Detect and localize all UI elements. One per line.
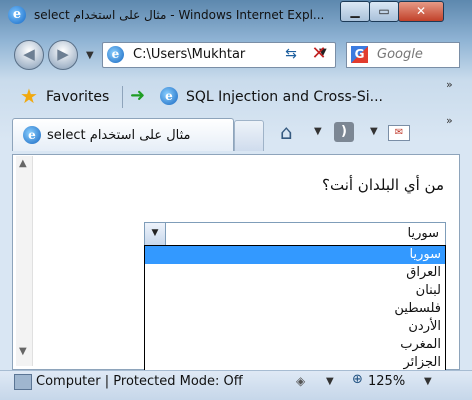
option-2[interactable]: لبنان [145,282,445,300]
link-page-icon: e [160,87,178,105]
favorites-button[interactable]: Favorites [46,89,109,105]
country-dropdown-list[interactable]: سوريا العراق لبنان فلسطين الأردن المغرب … [144,245,446,375]
zoom-dropdown-icon[interactable]: ▼ [424,376,432,387]
refresh-icon[interactable]: ⇆ [280,44,302,64]
minimize-button[interactable]: ▁ [340,1,370,22]
add-favorites-icon[interactable]: ➜ [130,86,150,106]
selected-country: سوريا [407,226,439,241]
back-button[interactable]: ◀ [14,40,44,70]
country-select[interactable]: ▼ سوريا [144,222,446,246]
history-dropdown-icon[interactable]: ▼ [86,50,94,61]
search-input[interactable]: Google [377,47,423,62]
option-0[interactable]: سوريا [145,246,445,264]
browser-window: e select مثال على استخدام - Windows Inte… [0,0,472,400]
ie-logo-icon: e [8,6,26,24]
zoom-level[interactable]: 125% [368,374,405,389]
chevron-right-icon[interactable]: » [446,78,453,91]
search-box[interactable]: G Google [346,42,460,68]
divider [122,86,123,108]
favorites-link[interactable]: SQL Injection and Cross-Si... [186,89,383,105]
google-icon: G [351,46,368,63]
computer-icon [14,374,32,390]
option-4[interactable]: الأردن [145,318,445,336]
chevron-down-icon[interactable]: ▼ [145,223,166,245]
forward-button[interactable]: ▶ [48,40,78,70]
tab-page-icon: e [23,126,41,144]
rss-feed-icon[interactable]: ) [334,122,354,142]
maximize-button[interactable]: ▭ [369,1,399,22]
page-icon: e [107,46,124,63]
close-button[interactable]: ✕ [398,1,444,22]
option-3[interactable]: فلسطين [145,300,445,318]
window-title: select مثال على استخدام - Windows Intern… [34,8,325,22]
chevron-right-icon[interactable]: » [446,114,453,127]
status-text: Computer | Protected Mode: Off [36,374,243,389]
feeds-dropdown-icon[interactable]: ▼ [370,126,378,137]
home-dropdown-icon[interactable]: ▼ [314,126,322,137]
option-5[interactable]: المغرب [145,336,445,354]
favorites-star-icon[interactable]: ★ [20,86,40,106]
title-bar: e select مثال على استخدام - Windows Inte… [0,0,472,30]
new-tab-button[interactable] [234,120,264,151]
vertical-scrollbar[interactable]: ▲ ▼ [16,156,33,366]
tab-label: select مثال على استخدام [47,128,191,143]
stop-icon[interactable]: ✕ [308,44,330,64]
tab-current[interactable]: e select مثال على استخدام [12,118,234,151]
protected-mode-dropdown-icon[interactable]: ▼ [326,376,334,387]
protected-mode-icon[interactable]: ◈ [296,374,305,388]
option-1[interactable]: العراق [145,264,445,282]
scroll-up-icon[interactable]: ▲ [19,158,27,169]
home-icon[interactable]: ⌂ [280,120,293,144]
mail-icon[interactable]: ✉ [388,125,410,141]
scroll-down-icon[interactable]: ▼ [19,346,27,357]
zoom-icon[interactable]: ⊕ [352,372,363,387]
country-question: من أي البلدان أنت؟ [322,176,444,194]
